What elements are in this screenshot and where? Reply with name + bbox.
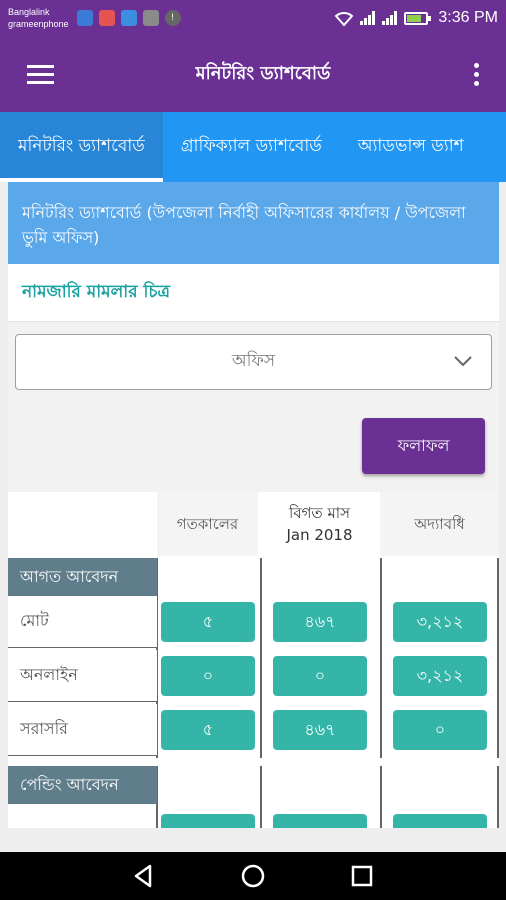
- divider: [260, 558, 262, 828]
- filter-area: অফিস ফলাফল: [8, 322, 499, 492]
- app-title: মনিটরিং ড্যাশবোর্ড: [195, 62, 331, 84]
- back-icon[interactable]: [131, 863, 157, 889]
- cell-online-to-date[interactable]: ৩,২১২: [393, 656, 487, 696]
- cell-pending-yesterday[interactable]: [161, 814, 255, 828]
- spacer: [8, 758, 499, 766]
- tab-bar: মনিটরিং ড্যাশবোর্ড গ্রাফিক্যাল ড্যাশবোর্…: [0, 112, 506, 182]
- cell-total-last-month[interactable]: ৪৬৭: [273, 602, 367, 642]
- tab-monitoring-dashboard[interactable]: মনিটরিং ড্যাশবোর্ড: [0, 112, 163, 182]
- col-last-month-label: বিগত মাস: [288, 504, 351, 522]
- clock: 3:36 PM: [438, 9, 498, 26]
- tab-advanced-dashboard[interactable]: অ্যাডভান্স ড্যাশ: [340, 112, 482, 182]
- more-options-icon[interactable]: [446, 36, 506, 112]
- cell-total-yesterday[interactable]: ৫: [161, 602, 255, 642]
- alert-notification-icon: !: [164, 10, 181, 26]
- wifi-icon: [334, 12, 354, 26]
- status-bar: Banglalink grameenphone ! 3:36 PM: [0, 0, 506, 36]
- divider: [380, 558, 382, 828]
- dashboard-banner: মনিটরিং ড্যাশবোর্ড (উপজেলা নির্বাহী অফিস…: [8, 182, 499, 264]
- cell-online-yesterday[interactable]: ০: [161, 656, 255, 696]
- carrier-1: Banglalink: [8, 7, 50, 17]
- signal-1-icon: [360, 11, 376, 25]
- usb-notification-icon: [120, 10, 137, 26]
- divider: [497, 558, 499, 828]
- system-nav-bar: [0, 852, 506, 900]
- cell-pending-last-month[interactable]: [273, 814, 367, 828]
- row-label-direct: সরাসরি: [8, 704, 157, 756]
- carrier-names: Banglalink grameenphone: [8, 6, 69, 30]
- recents-icon[interactable]: [349, 863, 375, 889]
- category-received: আগত আবেদন: [8, 558, 157, 596]
- system-icons: 3:36 PM: [334, 9, 498, 27]
- cell-online-last-month[interactable]: ০: [273, 656, 367, 696]
- home-icon[interactable]: [240, 863, 266, 889]
- carrier-2: grameenphone: [8, 19, 69, 29]
- notification-icons: !: [76, 10, 181, 26]
- col-to-date: অদ্যাবধি: [380, 492, 499, 556]
- app-notification-icon: [76, 10, 93, 26]
- section-title: নামজারি মামলার চিত্র: [8, 264, 499, 322]
- mail-notification-icon: [98, 10, 115, 26]
- stats-table: গতকালের বিগত মাস Jan 2018 অদ্যাবধি আগত আ…: [8, 492, 499, 828]
- col-yesterday: গতকালের: [157, 492, 258, 556]
- tab-graphical-dashboard[interactable]: গ্রাফিক্যাল ড্যাশবোর্ড: [163, 112, 340, 182]
- row-label-online: অনলাইন: [8, 650, 157, 702]
- row-label-total: মোট: [8, 596, 157, 648]
- result-button[interactable]: ফলাফল: [362, 418, 485, 474]
- image-notification-icon: [142, 10, 159, 26]
- cell-direct-last-month[interactable]: ৪৬৭: [273, 710, 367, 750]
- main-content: মনিটরিং ড্যাশবোর্ড (উপজেলা নির্বাহী অফিস…: [8, 182, 499, 828]
- battery-icon: [404, 11, 432, 25]
- category-pending: পেন্ডিং আবেদন: [8, 766, 157, 804]
- chevron-down-icon: [454, 356, 472, 367]
- cell-total-to-date[interactable]: ৩,২১২: [393, 602, 487, 642]
- office-select[interactable]: অফিস: [15, 334, 492, 390]
- cell-direct-to-date[interactable]: ০: [393, 710, 487, 750]
- cell-pending-to-date[interactable]: [393, 814, 487, 828]
- signal-2-icon: [382, 11, 398, 25]
- col-last-month: বিগত মাস Jan 2018: [259, 492, 380, 556]
- office-select-value: অফিস: [231, 351, 276, 371]
- menu-icon[interactable]: [0, 36, 80, 112]
- cell-direct-yesterday[interactable]: ৫: [161, 710, 255, 750]
- app-bar: মনিটরিং ড্যাশবোর্ড: [0, 36, 506, 112]
- col-last-month-date: Jan 2018: [286, 526, 353, 544]
